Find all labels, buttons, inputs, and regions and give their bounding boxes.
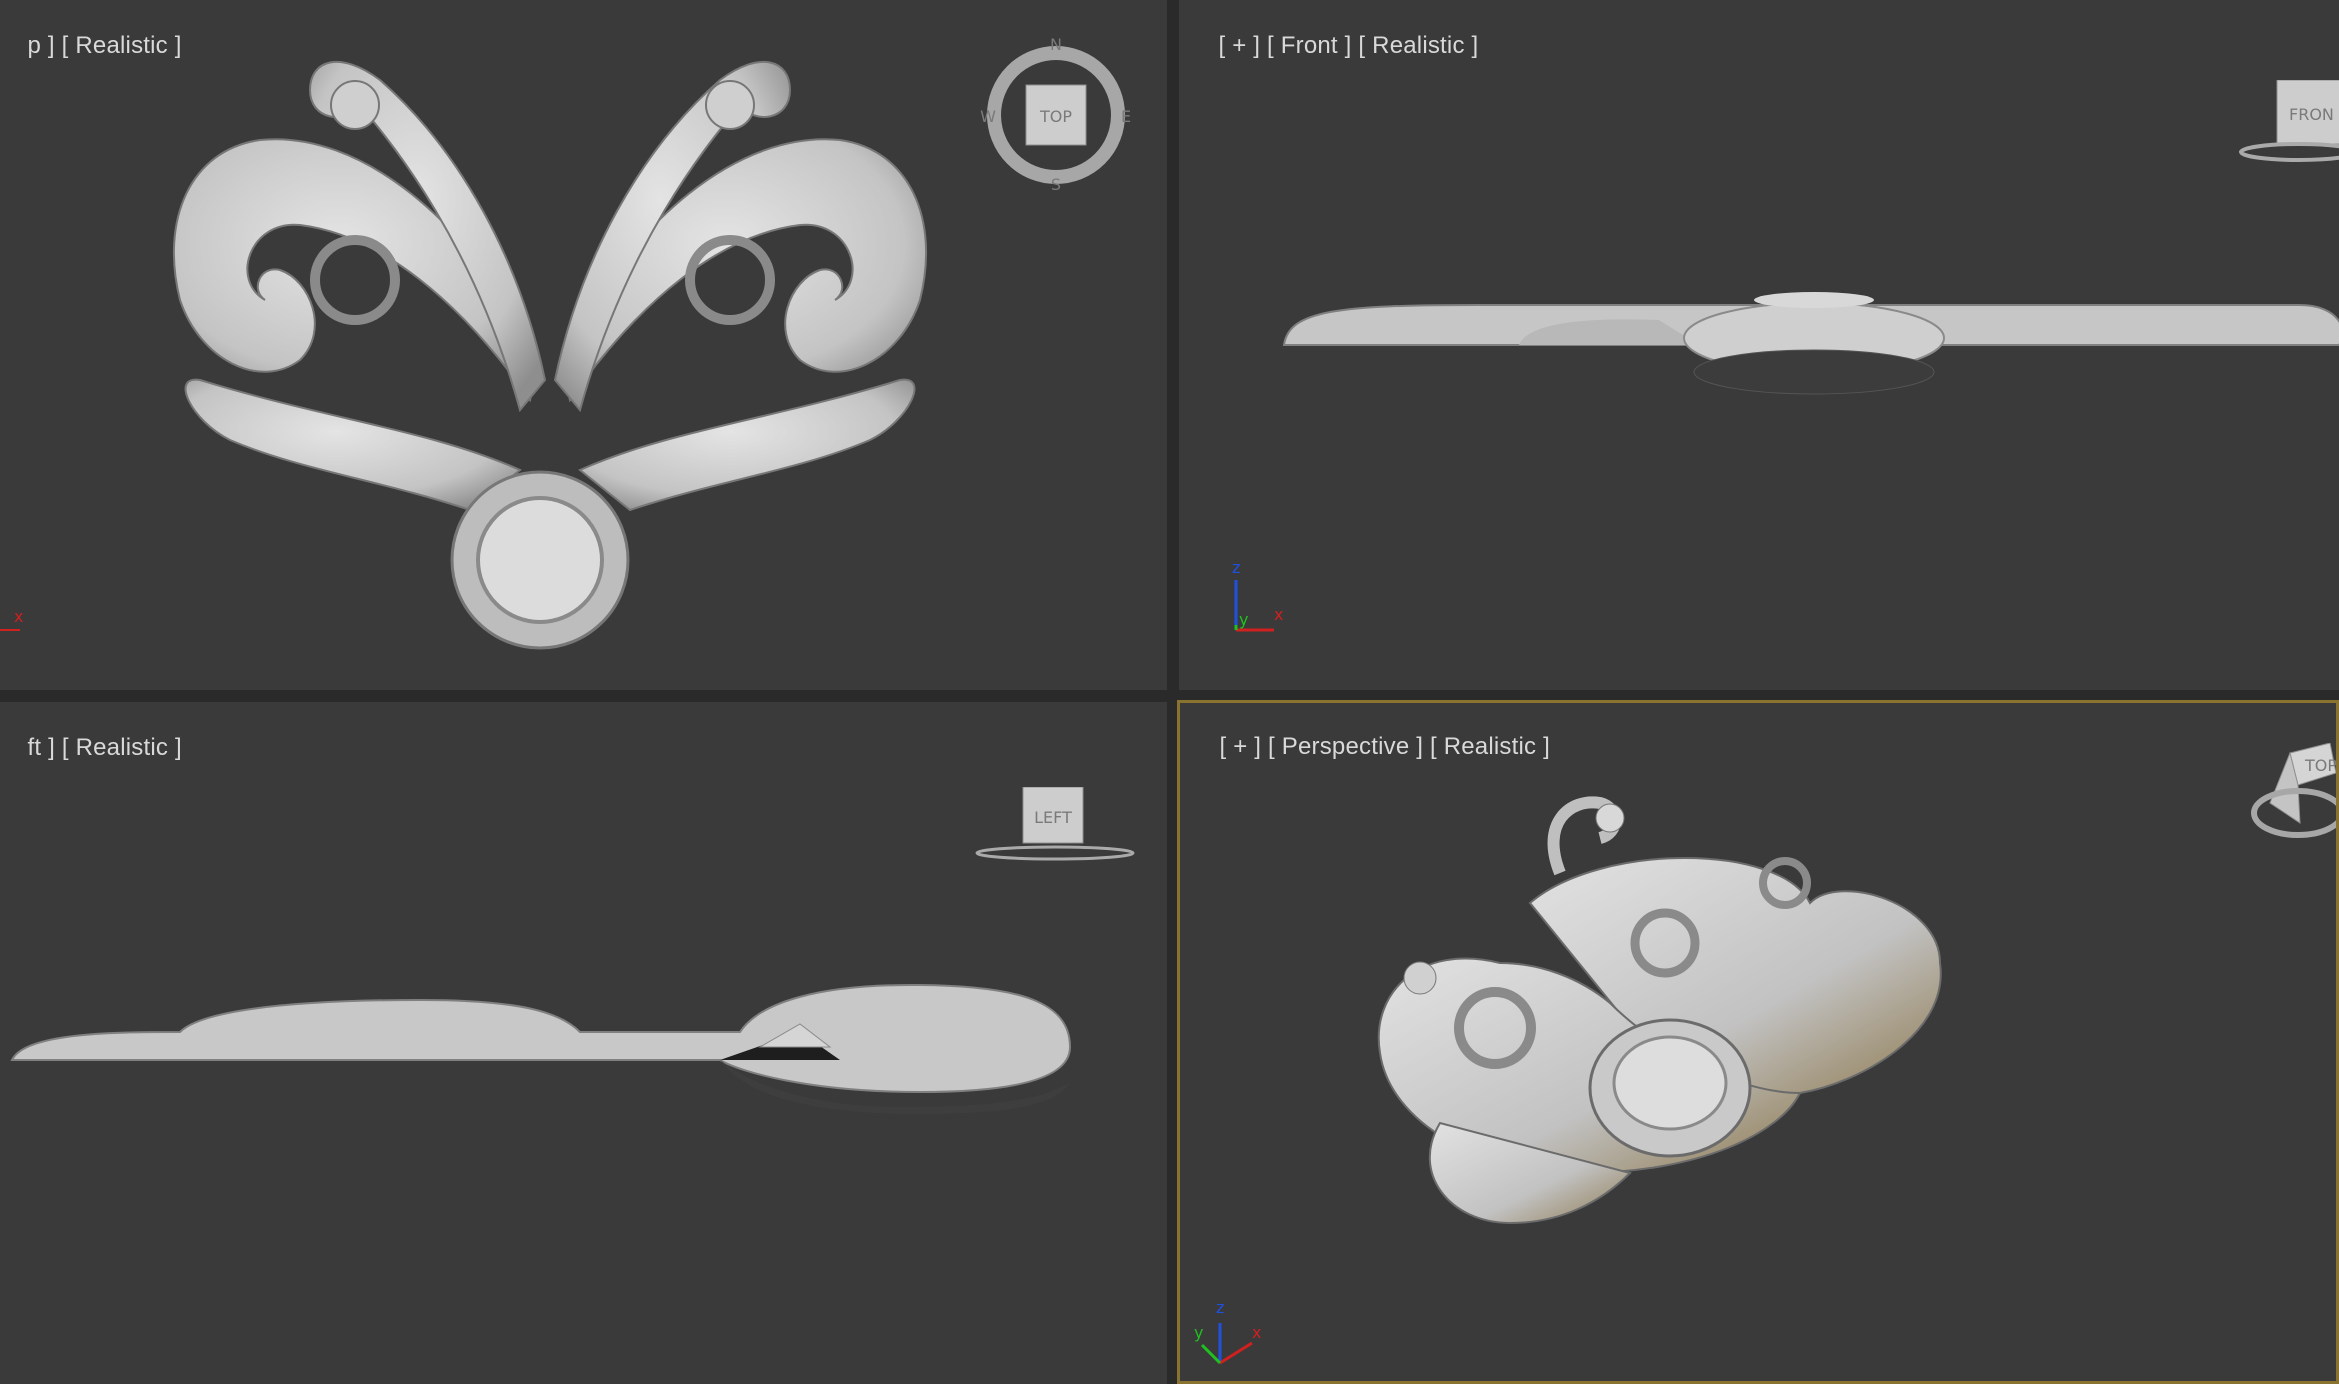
axis-z-label: z xyxy=(1216,1298,1224,1317)
viewport-perspective[interactable]: [ + ] [ Perspective ] [ Realistic ] TOP … xyxy=(1177,700,2339,1384)
axis-tripod-top: x xyxy=(0,607,23,631)
compass-n: N xyxy=(1050,35,1062,54)
viewcube-top-label: TOP xyxy=(1039,107,1072,126)
axis-y-label: y xyxy=(1194,1323,1203,1342)
viewport-front[interactable]: [ + ] [ Front ] [ Realistic ] FRON z x y xyxy=(1179,0,2339,690)
axis-y-label: y xyxy=(1239,610,1248,629)
ornament-front-view xyxy=(1282,292,2339,395)
axis-tripod-front: z x y xyxy=(1232,558,1283,632)
viewport-top[interactable]: p ] [ Realistic ] TOP N S E W x xyxy=(0,0,1167,690)
viewcube-left-label: LEFT xyxy=(1034,808,1072,827)
compass-s: S xyxy=(1051,175,1061,194)
axis-z-label: z xyxy=(1232,558,1240,577)
compass-e: E xyxy=(1121,107,1131,126)
ornament-perspective-view xyxy=(1377,796,1942,1225)
viewcube-front[interactable]: FRON xyxy=(2239,80,2339,170)
axis-tripod-perspective: z x y xyxy=(1194,1298,1261,1365)
axis-x-label: x xyxy=(1252,1323,1261,1342)
viewcube-left[interactable]: LEFT xyxy=(975,787,1145,867)
viewcube-perspective-label: TOP xyxy=(2304,756,2336,775)
viewport-left[interactable]: ft ] [ Realistic ] LEFT xyxy=(0,702,1167,1384)
axis-x-label: x xyxy=(1274,605,1283,624)
viewcube-front-label: FRON xyxy=(2289,105,2334,124)
viewcube-perspective[interactable]: TOP xyxy=(2250,743,2336,843)
axis-x-label: x xyxy=(14,607,23,626)
compass-w: W xyxy=(980,107,996,126)
viewcube-top[interactable]: TOP N S E W xyxy=(980,30,1140,200)
